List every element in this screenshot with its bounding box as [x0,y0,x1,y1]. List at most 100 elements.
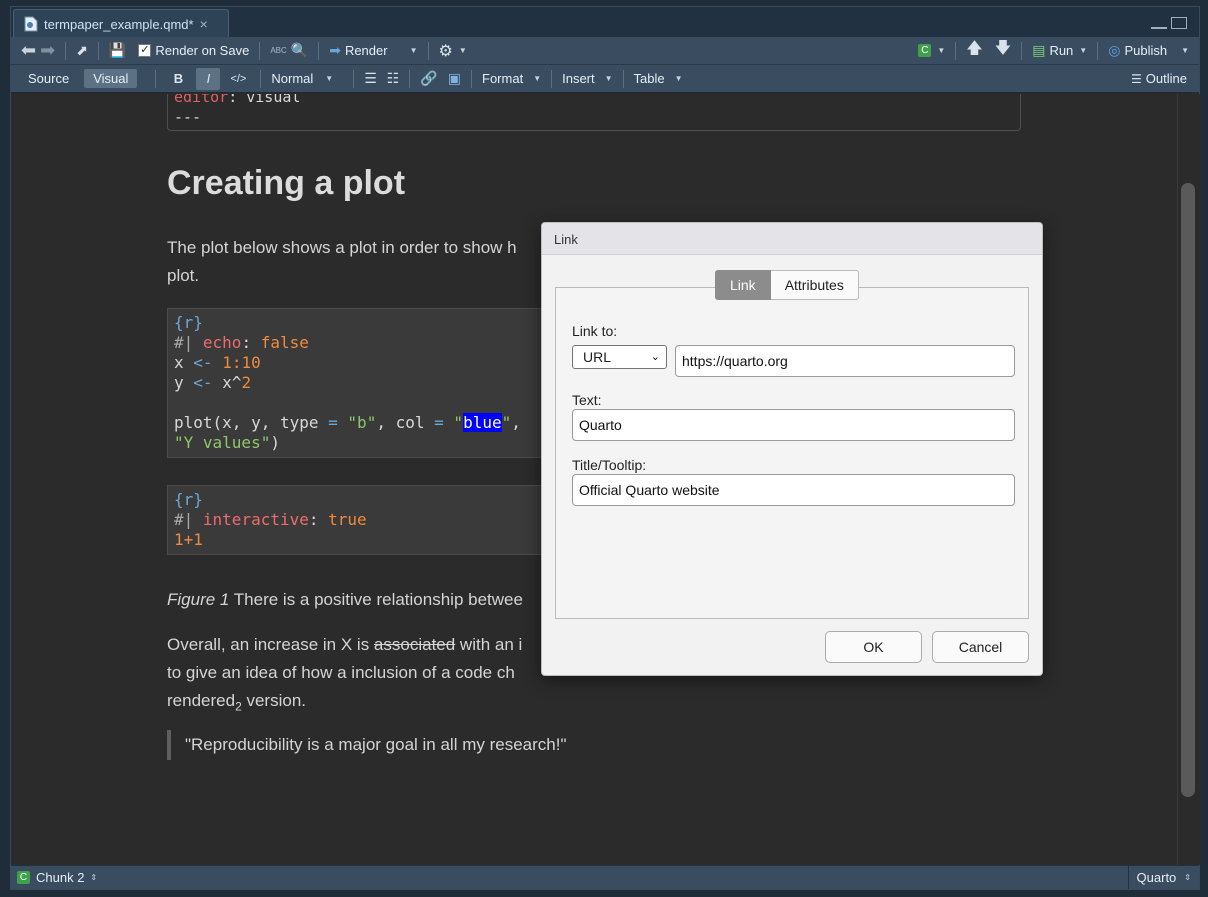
file-icon [24,16,38,32]
divider [97,41,99,60]
dialog-title: Link [542,223,1042,255]
search-icon[interactable]: 🔍 [291,42,308,59]
cancel-button[interactable]: Cancel [932,631,1029,663]
text-label: Text: [572,392,602,408]
numbered-list-icon[interactable]: ☷ [387,70,400,87]
chevron-down-icon: ▼ [674,74,683,83]
settings-button[interactable]: ⚙ ▼ [433,37,473,64]
chevron-down-icon: ▼ [937,46,946,55]
chevron-down-icon[interactable]: ▼ [410,46,418,55]
divider [65,41,67,60]
format-label: Format [482,71,524,86]
render-on-save[interactable]: ✓ Render on Save [132,37,255,64]
updown-icon: ⇕ [1184,873,1191,882]
minimize-icon[interactable] [1151,23,1167,29]
chevron-down-icon: ▼ [533,74,542,83]
link-dialog: Link Link Attributes Link to: URL ⌄ http… [541,222,1043,676]
source-mode-button[interactable]: Source [19,69,78,88]
gear-icon: ⚙ [438,42,453,60]
publish-label: Publish [1124,43,1168,58]
run-button[interactable]: ▤ Run ▼ [1026,37,1093,64]
link-type-select[interactable]: URL ⌄ [572,345,667,369]
chevron-down-icon: ▼ [325,74,334,83]
yaml-delimiter: --- [174,108,202,126]
paragraph-2: Overall, an increase in X is associated … [167,635,523,714]
insert-chunk-icon: C [918,44,932,57]
tab-attributes[interactable]: Attributes [770,270,859,300]
arrow-up-icon[interactable]: 🡅 [966,37,982,64]
blockquote: "Reproducibility is a major goal in all … [167,730,567,760]
link-to-label: Link to: [572,323,618,339]
bullet-list-icon[interactable]: ☰ [364,70,377,87]
chunk-navigator[interactable]: Chunk 2 [36,870,84,885]
paragraph-1: The plot below shows a plot in order to … [167,238,517,285]
tab-label: termpaper_example.qmd* [44,16,194,32]
outline-button[interactable]: ☰ Outline [1125,65,1199,92]
divider [260,69,262,88]
tab-bar: termpaper_example.qmd* × [11,7,1199,38]
outline-label: Outline [1145,71,1187,86]
chevron-down-icon: ▼ [1181,46,1189,55]
divider [318,41,320,60]
divider [622,69,624,88]
figure-caption: Figure 1 There is a positive relationshi… [167,590,523,609]
maximize-icon[interactable] [1171,17,1187,29]
insert-label: Insert [562,71,595,86]
block-style-dropdown[interactable]: Normal ▼ [265,65,339,92]
visual-mode-button[interactable]: Visual [84,69,138,88]
updown-icon: ⇕ [90,873,98,882]
dialog-tabs: Link Attributes [715,270,859,300]
url-input[interactable]: https://quarto.org [675,345,1015,377]
heading-creating-plot: Creating a plot [167,164,406,202]
arrow-right-icon[interactable]: ➡ [40,40,55,61]
spellcheck-icon[interactable]: ABC [270,46,286,55]
tab-link[interactable]: Link [715,270,771,300]
yaml-header[interactable]: editor: visual --- [167,94,1021,131]
image-icon[interactable]: ▣ [448,70,461,87]
code-button[interactable]: </> [226,68,250,90]
render-on-save-checkbox[interactable]: ✓ [138,44,152,57]
text-input[interactable]: Quarto [572,409,1015,441]
render-label: Render [344,43,388,58]
divider [1021,41,1023,60]
yaml-key: editor [174,94,229,106]
tab-termpaper[interactable]: termpaper_example.qmd* × [13,9,229,38]
dialog-panel [555,287,1029,619]
divider [1097,41,1099,60]
divider [955,41,957,60]
document-type-label: Quarto [1136,870,1177,885]
ok-button[interactable]: OK [825,631,922,663]
main-toolbar: ⬅ ➡ ⬈ 💾 ✓ Render on Save ABC 🔍 ➡ Render … [11,37,1199,65]
publish-icon: ◎ [1108,42,1121,58]
save-icon[interactable]: 💾 [109,42,126,59]
table-menu[interactable]: Table ▼ [628,65,689,92]
arrow-left-icon[interactable]: ⬅ [21,40,36,61]
back-forward: ⬅ ➡ [11,37,61,64]
table-label: Table [633,71,665,86]
italic-button[interactable]: I [196,67,221,90]
bold-button[interactable]: B [166,68,190,90]
divider [471,69,473,88]
insert-chunk-button[interactable]: C ▼ [912,37,951,64]
title-tooltip-input[interactable]: Official Quarto website [572,474,1015,506]
title-tooltip-label: Title/Tooltip: [572,457,647,473]
scrollbar-thumb[interactable] [1181,183,1195,797]
selected-text: blue [463,413,502,432]
render-on-save-label: Render on Save [155,43,250,58]
outline-icon: ☰ [1131,71,1142,86]
chevron-down-icon: ▼ [1079,46,1088,55]
link-icon[interactable]: 🔗 [420,70,437,87]
arrow-down-icon[interactable]: 🡇 [995,37,1011,64]
document-type-selector[interactable]: Quarto ⇕ [1127,866,1199,889]
publish-button[interactable]: ◎ Publish ▼ [1102,37,1199,64]
divider [409,69,411,88]
run-icon: ▤ [1032,42,1046,58]
render-button[interactable]: ➡ Render ▼ [323,37,423,64]
render-icon: ➡ [329,42,341,58]
yaml-value: : visual [228,94,301,106]
close-icon[interactable]: × [200,16,208,32]
insert-menu[interactable]: Insert ▼ [556,65,618,92]
show-in-window-icon[interactable]: ⬈ [76,42,88,59]
status-bar: C Chunk 2 ⇕ Quarto ⇕ [11,865,1199,889]
format-menu[interactable]: Format ▼ [476,65,547,92]
